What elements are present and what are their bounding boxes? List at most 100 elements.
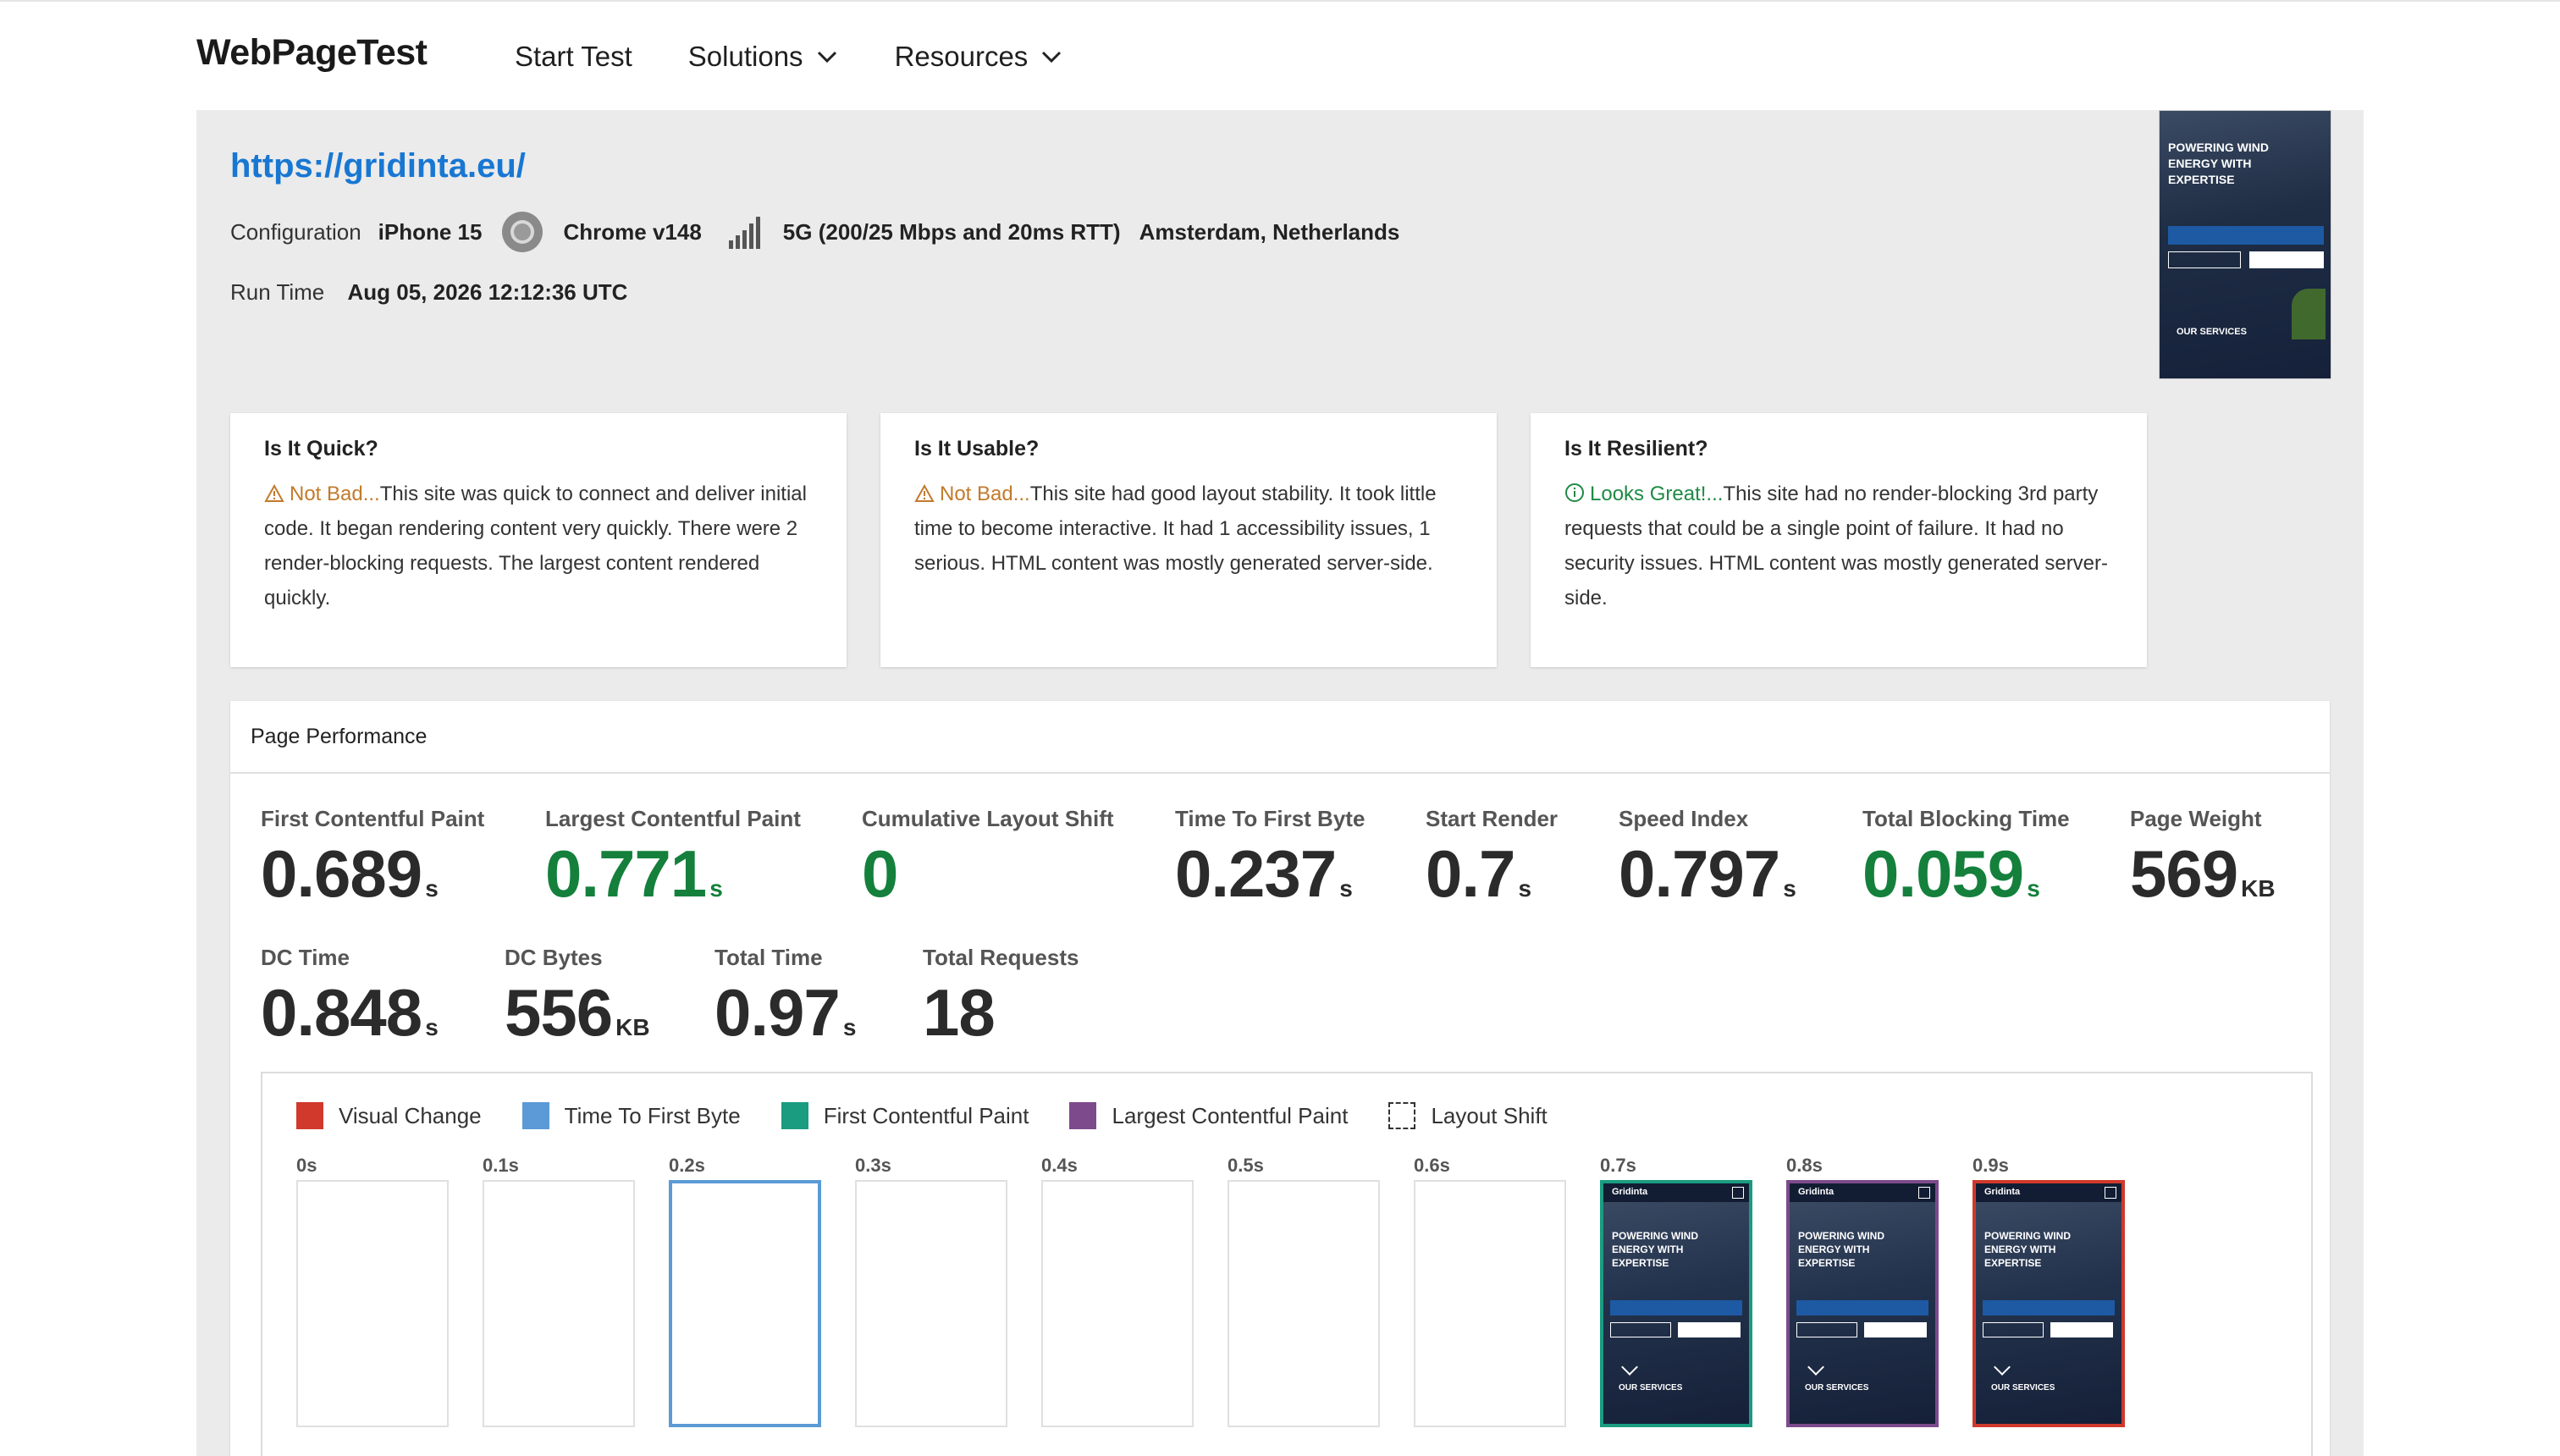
screenshot-section: OUR SERVICES (1619, 1383, 1683, 1393)
legend-label: First Contentful Paint (823, 1102, 1029, 1128)
thumbnail-headline: POWERING WIND ENERGY WITH EXPERTISE (2168, 141, 2269, 186)
frame-time: 0s (296, 1155, 317, 1176)
device-name: iPhone 15 (378, 218, 483, 245)
logo[interactable]: WebPageTest (196, 32, 428, 74)
legend-first-contentful-paint: First Contentful Paint (781, 1102, 1029, 1129)
metric-value: 0.7 s (1426, 836, 1532, 911)
filmstrip-frame[interactable]: 0.3s (855, 1155, 1009, 1427)
wrench-icon (1621, 1359, 1638, 1376)
legend-layout-shift: Layout Shift (1388, 1102, 1548, 1129)
card-body: Not Bad...This site had good layout stab… (914, 477, 1463, 581)
frame-thumbnail (483, 1180, 635, 1427)
metric-label: Largest Contentful Paint (545, 806, 801, 831)
card-status: Not Bad... (290, 483, 380, 505)
config-label: Configuration (230, 218, 361, 245)
frame-time: 0.2s (669, 1155, 705, 1176)
metric-label: First Contentful Paint (261, 806, 485, 831)
frame-time: 0.5s (1228, 1155, 1264, 1176)
frame-time: 0.3s (855, 1155, 891, 1176)
metric-value: 0.97 s (714, 975, 857, 1050)
filmstrip-frame[interactable]: 0.9s Gridinta POWERING WIND ENERGY WITH … (1972, 1155, 2127, 1427)
metric-dc-time[interactable]: DC Time 0.848 s (261, 945, 439, 1045)
metric-cumulative-layout-shift[interactable]: Cumulative Layout Shift 0 (862, 806, 1114, 907)
test-configuration: Configuration iPhone 15 Chrome v148 5G (… (230, 210, 1399, 254)
nav-start-test-label: Start Test (515, 41, 632, 72)
legend-label: Visual Change (339, 1102, 482, 1128)
metric-label: DC Time (261, 945, 350, 970)
frame-time: 0.6s (1414, 1155, 1450, 1176)
metric-dc-bytes[interactable]: DC Bytes 556 KB (505, 945, 650, 1045)
metric-total-blocking-time[interactable]: Total Blocking Time 0.059 s (1862, 806, 2070, 907)
filmstrip-frame[interactable]: 0.6s (1414, 1155, 1568, 1427)
page-screenshot-thumbnail[interactable]: POWERING WIND ENERGY WITH EXPERTISE OUR … (2159, 110, 2331, 379)
filmstrip-frame[interactable]: 0s (296, 1155, 450, 1427)
filmstrip-frame[interactable]: 0.2s (669, 1155, 823, 1427)
frame-time: 0.9s (1972, 1155, 2009, 1176)
metric-page-weight[interactable]: Page Weight 569 KB (2130, 806, 2276, 907)
connection-profile: 5G (200/25 Mbps and 20ms RTT) (782, 218, 1121, 245)
metric-value: 0.797 s (1619, 836, 1796, 911)
screenshot-brand: Gridinta (1798, 1187, 1834, 1197)
tested-url-link[interactable]: https://gridinta.eu/ (230, 147, 526, 185)
thumbnail-button (2249, 251, 2324, 268)
page-screenshot: Gridinta POWERING WIND ENERGY WITH EXPER… (1790, 1183, 1935, 1424)
warning-icon (264, 484, 284, 502)
filmstrip-legend: Visual Change Time To First Byte First C… (296, 1102, 1548, 1129)
results-panel: https://gridinta.eu/ Configuration iPhon… (196, 110, 2364, 1456)
runtime-value: Aug 05, 2026 12:12:36 UTC (347, 279, 628, 305)
filmstrip-frame[interactable]: 0.1s (483, 1155, 637, 1427)
card-title: Is It Quick? (264, 437, 378, 461)
filmstrip-frame[interactable]: 0.8s Gridinta POWERING WIND ENERGY WITH … (1786, 1155, 1940, 1427)
metric-speed-index[interactable]: Speed Index 0.797 s (1619, 806, 1796, 907)
legend-swatch (781, 1102, 808, 1129)
metric-first-contentful-paint[interactable]: First Contentful Paint 0.689 s (261, 806, 484, 907)
legend-label: Time To First Byte (564, 1102, 741, 1128)
frame-thumbnail: Gridinta POWERING WIND ENERGY WITH EXPER… (1600, 1180, 1752, 1427)
main-nav: Start Test Solutions Resources (515, 41, 1063, 73)
runtime-label: Run Time (230, 279, 325, 305)
screenshot-button (1610, 1322, 1671, 1337)
metric-largest-contentful-paint[interactable]: Largest Contentful Paint 0.771 s (545, 806, 801, 907)
thumbnail-button (2168, 251, 2241, 268)
metric-value: 0.848 s (261, 975, 439, 1050)
screenshot-brand: Gridinta (1984, 1187, 2021, 1197)
screenshot-section: OUR SERVICES (1805, 1383, 1869, 1393)
metric-time-to-first-byte[interactable]: Time To First Byte 0.237 s (1175, 806, 1365, 907)
nav-solutions[interactable]: Solutions (688, 41, 839, 73)
is-it-resilient-card: Is It Resilient? Looks Great!...This sit… (1531, 413, 2147, 667)
legend-swatch (1388, 1102, 1416, 1129)
screenshot-cta (1983, 1300, 2115, 1315)
frame-time: 0.7s (1600, 1155, 1636, 1176)
metric-label: Total Time (714, 945, 823, 970)
filmstrip-frame[interactable]: 0.7s Gridinta POWERING WIND ENERGY WITH … (1600, 1155, 1754, 1427)
metric-label: Start Render (1426, 806, 1559, 831)
frame-thumbnail: Gridinta POWERING WIND ENERGY WITH EXPER… (1786, 1180, 1939, 1427)
thumbnail-image (2292, 289, 2326, 339)
frame-thumbnail (296, 1180, 449, 1427)
card-status: Looks Great!... (1590, 483, 1724, 505)
card-status: Not Bad... (940, 483, 1030, 505)
metric-value: 0.059 s (1862, 836, 2040, 911)
legend-label: Largest Contentful Paint (1112, 1102, 1349, 1128)
metric-value: 569 KB (2130, 836, 2276, 911)
metric-value: 0.689 s (261, 836, 439, 911)
filmstrip-frame[interactable]: 0.5s (1228, 1155, 1382, 1427)
legend-label: Layout Shift (1431, 1102, 1548, 1128)
warning-icon (914, 484, 935, 502)
is-it-usable-card: Is It Usable? Not Bad...This site had go… (880, 413, 1497, 667)
nav-resources[interactable]: Resources (895, 41, 1064, 73)
browser-version: Chrome v148 (563, 218, 702, 245)
chevron-down-icon (1042, 51, 1062, 63)
page-screenshot: Gridinta POWERING WIND ENERGY WITH EXPER… (1976, 1183, 2121, 1424)
nav-start-test[interactable]: Start Test (515, 41, 632, 73)
metric-start-render[interactable]: Start Render 0.7 s (1426, 806, 1558, 907)
screenshot-button (1678, 1322, 1741, 1337)
metric-total-requests[interactable]: Total Requests 18 (923, 945, 1079, 1045)
section-title: Page Performance (230, 701, 2330, 774)
metric-total-time[interactable]: Total Time 0.97 s (714, 945, 856, 1045)
nav-resources-label: Resources (894, 41, 1029, 72)
legend-swatch (1069, 1102, 1097, 1129)
card-title: Is It Usable? (914, 437, 1040, 461)
filmstrip-frame[interactable]: 0.4s (1041, 1155, 1195, 1427)
metric-label: Cumulative Layout Shift (862, 806, 1114, 831)
